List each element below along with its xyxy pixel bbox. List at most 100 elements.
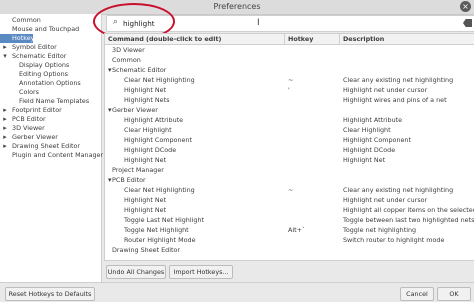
command-cell: Highlight Net [124, 156, 167, 164]
table-row[interactable]: Project Manager [105, 165, 474, 175]
column-header-description[interactable]: Description [340, 34, 474, 44]
ok-button[interactable]: OK [437, 287, 471, 301]
description-cell: Highlight Component [343, 136, 411, 144]
table-row[interactable]: Highlight Net Highlight all copper items … [105, 205, 474, 215]
expand-arrow-icon[interactable]: ▸ [2, 124, 8, 133]
hotkey-cell: Alt+` [288, 226, 306, 234]
command-cell: Highlight Net [124, 206, 167, 214]
table-row[interactable]: Toggle Last Net Highlight Toggle between … [105, 215, 474, 225]
collapse-arrow-icon[interactable]: ▾ [108, 175, 112, 185]
table-row[interactable]: Common [105, 55, 474, 65]
description-cell: Clear any existing net highlighting [343, 76, 454, 84]
table-row[interactable]: 3D Viewer [105, 45, 474, 55]
sidebar-item-label: Schematic Editor [12, 52, 67, 60]
sidebar-item[interactable]: Display Options [0, 61, 100, 70]
table-row[interactable]: Highlight DCode Highlight DCode [105, 145, 474, 155]
expand-arrow-icon[interactable]: ▸ [2, 106, 8, 115]
hotkeys-table[interactable]: Command (double-click to edit) Hotkey De… [104, 33, 474, 261]
table-row[interactable]: Router Highlight Mode Switch router to hi… [105, 235, 474, 245]
table-row[interactable]: Clear Net Highlighting ~ Clear any existin… [105, 75, 474, 85]
sidebar-item[interactable]: Field Name Templates [0, 97, 100, 106]
command-cell: Clear Net Highlighting [124, 76, 195, 84]
column-header-command[interactable]: Command (double-click to edit) [105, 34, 285, 44]
footer-divider [0, 282, 474, 283]
table-row[interactable]: Highlight Net Highlight net under cursor [105, 195, 474, 205]
sidebar-item[interactable]: ▸ 3D Viewer [0, 124, 100, 133]
table-row[interactable]: Clear Net Highlighting ~ Clear any existin… [105, 185, 474, 195]
reset-hotkeys-button[interactable]: Reset Hotkeys to Defaults [5, 287, 95, 301]
collapse-arrow-icon[interactable]: ▾ [108, 105, 112, 115]
expand-arrow-icon[interactable]: ▸ [2, 43, 8, 52]
clear-search-icon[interactable] [463, 19, 472, 27]
import-hotkeys-button[interactable]: Import Hotkeys... [169, 265, 233, 279]
table-row[interactable]: Highlight Component Highlight Component [105, 135, 474, 145]
table-row[interactable]: Highlight Nets Highlight wires and pins o… [105, 95, 474, 105]
table-row[interactable]: Highlight Net Highlight Net [105, 155, 474, 165]
sidebar-item-label: Mouse and Touchpad [12, 25, 80, 33]
expand-arrow-icon[interactable]: ▸ [2, 115, 8, 124]
sidebar-item[interactable]: Editing Options [0, 70, 100, 79]
sidebar-item-label: Plugin and Content Manager [12, 151, 104, 159]
sidebar-item-label: Annotation Options [19, 79, 81, 87]
sidebar-item-label: Field Name Templates [19, 97, 90, 105]
text-cursor-icon: I [257, 18, 260, 28]
command-cell: Common [112, 56, 141, 64]
hotkey-cell: ~ [288, 186, 294, 194]
undo-all-changes-button[interactable]: Undo All Changes [106, 265, 166, 279]
table-row[interactable]: Highlight Attribute Highlight Attribute [105, 115, 474, 125]
command-cell: Toggle Last Net Highlight [124, 216, 205, 224]
sidebar-item[interactable]: Hotkeys [0, 34, 38, 43]
cancel-button[interactable]: Cancel [400, 287, 434, 301]
close-icon[interactable]: × [460, 1, 471, 12]
hotkey-cell: ~ [288, 76, 294, 84]
command-cell: Clear Highlight [124, 126, 172, 134]
search-field[interactable]: ⌕ highlight I [106, 15, 474, 32]
sidebar-item[interactable]: ▸ Footprint Editor [0, 106, 100, 115]
sidebar-item[interactable]: Annotation Options [0, 79, 100, 88]
hotkey-cell: ' [288, 86, 290, 94]
table-row[interactable]: Drawing Sheet Editor [105, 245, 474, 255]
sidebar-item-label: Common [12, 16, 41, 24]
table-row[interactable]: Toggle Net Highlight Alt+` Toggle net high… [105, 225, 474, 235]
table-row[interactable]: Clear Highlight Clear Highlight [105, 125, 474, 135]
sidebar-item[interactable]: Colors [0, 88, 100, 97]
description-cell: Switch router to highlight mode [343, 236, 445, 244]
command-cell: Highlight Net [124, 196, 167, 204]
command-cell: Highlight Component [124, 136, 192, 144]
command-cell: Schematic Editor [112, 66, 167, 74]
table-row[interactable]: ▾ PCB Editor [105, 175, 474, 185]
preferences-tree[interactable]: Common Mouse and Touchpad Hotkeys ▸ Symbol E… [0, 14, 104, 282]
sidebar-item-label: Footprint Editor [12, 106, 62, 114]
sidebar-item-label: Display Options [19, 61, 70, 69]
sidebar-item[interactable]: ▸ Drawing Sheet Editor [0, 142, 100, 151]
sidebar-item-label: Symbol Editor [12, 43, 57, 51]
command-cell: Router Highlight Mode [124, 236, 196, 244]
sidebar-item[interactable]: Plugin and Content Manager [0, 151, 104, 160]
sidebar-item[interactable]: ▸ PCB Editor [0, 115, 100, 124]
sidebar-item[interactable]: ▸ Gerber Viewer [0, 133, 100, 142]
sidebar-item[interactable]: Common [0, 16, 100, 25]
collapse-arrow-icon[interactable]: ▾ [108, 65, 112, 75]
expand-arrow-icon[interactable]: ▸ [2, 142, 8, 151]
collapse-arrow-icon[interactable]: ▾ [2, 52, 8, 61]
column-header-hotkey[interactable]: Hotkey [285, 34, 340, 44]
search-input[interactable]: highlight [123, 19, 155, 28]
sidebar-item[interactable]: Mouse and Touchpad [0, 25, 100, 34]
description-cell: Clear Highlight [343, 126, 391, 134]
description-cell: Highlight DCode [343, 146, 396, 154]
sidebar-item-label: Hotkeys [12, 34, 38, 42]
command-cell: Highlight DCode [124, 146, 177, 154]
table-row[interactable]: ▾ Gerber Viewer [105, 105, 474, 115]
table-row[interactable]: ▾ Schematic Editor [105, 65, 474, 75]
sidebar-item-label: Editing Options [19, 70, 68, 78]
command-cell: Highlight Net [124, 86, 167, 94]
command-cell: Gerber Viewer [112, 106, 158, 114]
description-cell: Toggle between last two highlighted nets [343, 216, 474, 224]
window-title: Preferences [213, 2, 261, 11]
description-cell: Highlight all copper items on the select… [343, 206, 474, 214]
sidebar-item[interactable]: ▾ Schematic Editor [0, 52, 100, 61]
table-row[interactable]: Highlight Net ' Highlight net under cursor [105, 85, 474, 95]
command-cell: Clear Net Highlighting [124, 186, 195, 194]
sidebar-item[interactable]: ▸ Symbol Editor [0, 43, 100, 52]
expand-arrow-icon[interactable]: ▸ [2, 133, 8, 142]
